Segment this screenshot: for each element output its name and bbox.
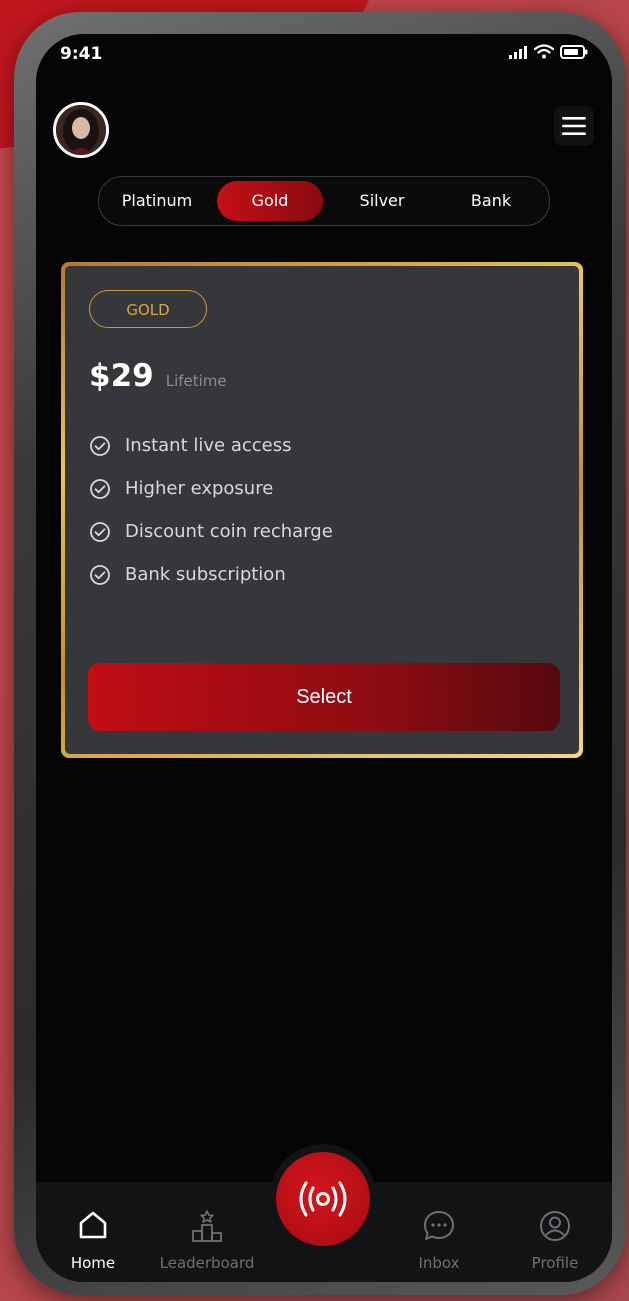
nav-leaderboard[interactable]: Leaderboard [152,1182,262,1282]
feature-label: Discount coin recharge [125,521,333,542]
nav-profile-label: Profile [531,1254,579,1272]
check-circle-icon [90,564,110,585]
hamburger-menu-icon [562,117,586,135]
feature-item: Discount coin recharge [89,510,333,553]
nav-profile[interactable]: Profile [500,1182,610,1282]
plan-term: Lifetime [165,372,227,390]
menu-button[interactable] [554,106,594,146]
chat-bubble-icon [424,1211,454,1240]
signal-icon [509,45,527,59]
feature-item: Instant live access [89,424,333,467]
tab-silver[interactable]: Silver [329,181,435,221]
nav-inbox-label: Inbox [418,1254,460,1272]
plan-card-body: GOLD $29 Lifetime Instant live access Hi… [65,266,579,754]
price-row: $29 Lifetime [89,358,227,394]
plan-price: $29 [89,358,154,394]
feature-list: Instant live access Higher exposure Disc… [89,424,333,596]
nav-inbox[interactable]: Inbox [384,1182,494,1282]
feature-item: Higher exposure [89,467,333,510]
user-circle-icon [540,1211,570,1241]
check-circle-icon [90,435,110,456]
nav-home[interactable]: Home [38,1182,148,1282]
feature-label: Instant live access [125,435,292,456]
home-icon [79,1211,107,1239]
feature-label: Higher exposure [125,478,274,499]
tier-tabs: Platinum Gold Silver Bank [98,176,550,226]
avatar-image [56,105,106,155]
tab-platinum[interactable]: Platinum [105,181,209,221]
user-avatar[interactable] [53,102,109,158]
phone-frame: 9:41 Platinum Gold Silver Bank GOLD $29 … [14,12,626,1295]
tab-gold[interactable]: Gold [217,181,323,221]
check-circle-icon [90,521,110,542]
app-screen: 9:41 Platinum Gold Silver Bank GOLD $29 … [36,34,612,1282]
feature-label: Bank subscription [125,564,286,585]
nav-home-label: Home [70,1254,116,1272]
tier-badge: GOLD [89,290,207,328]
status-icons [508,44,588,59]
check-circle-icon [90,478,110,499]
podium-icon [192,1210,222,1242]
battery-icon [560,44,588,59]
status-time: 9:41 [60,44,103,64]
nav-leaderboard-label: Leaderboard [159,1254,255,1272]
live-broadcast-icon [299,1181,347,1217]
tab-bank[interactable]: Bank [439,181,543,221]
feature-item: Bank subscription [89,553,333,596]
wifi-icon [534,44,554,59]
plan-card: GOLD $29 Lifetime Instant live access Hi… [61,262,583,758]
live-button[interactable] [276,1152,370,1246]
select-button[interactable]: Select [88,663,560,731]
